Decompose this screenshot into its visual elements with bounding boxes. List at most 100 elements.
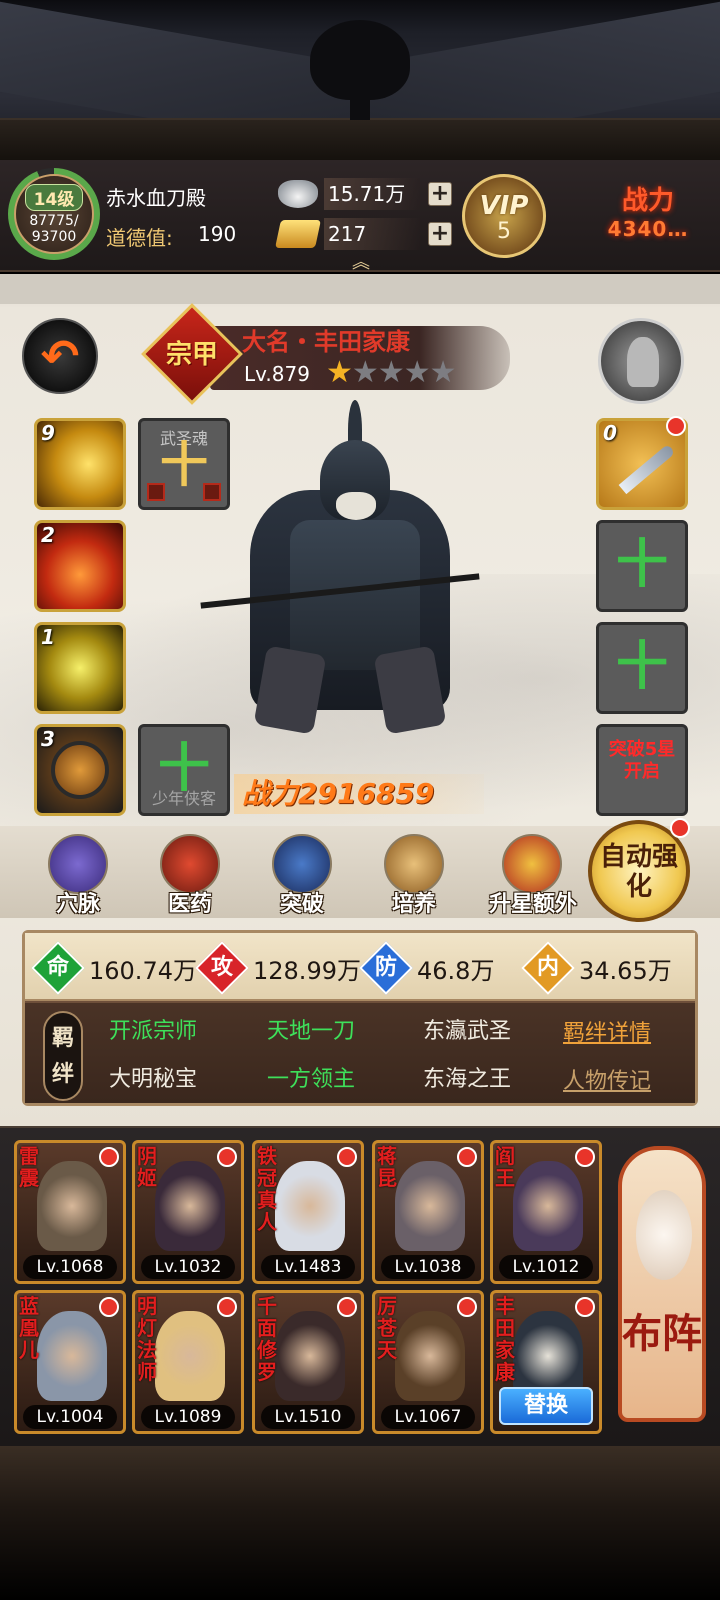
panel-top-stripe <box>0 274 720 304</box>
add-gold-button[interactable]: + <box>428 222 452 246</box>
hero-star-rating: ★★★★★ <box>326 355 457 390</box>
statue-button[interactable] <box>598 318 684 404</box>
skill-slot-1[interactable]: 9 <box>34 418 126 510</box>
function-label: 突破 <box>279 892 324 917</box>
youth-slot-caption: 少年侠客 <box>151 789 216 808</box>
hero-card[interactable]: 阎王 Lv.1012 <box>490 1140 602 1284</box>
hero-card-level: Lv.1038 <box>381 1255 475 1279</box>
meridian-button[interactable]: 穴脉 <box>30 830 126 922</box>
notification-dot <box>99 1147 119 1167</box>
hero-card-level: Lv.1032 <box>141 1255 235 1279</box>
moral-label: 道德值: <box>106 226 173 250</box>
roof-decoration <box>0 0 720 160</box>
hero-card-name: 蓝凰儿 <box>19 1294 39 1362</box>
stat-icon-text: 命 <box>46 955 69 980</box>
skill-count: 9 <box>41 421 55 445</box>
bond-item: 一方领主 <box>267 1067 356 1092</box>
silver-currency: 15.71万 + <box>278 178 458 212</box>
add-equip-icon: 十 <box>615 637 668 697</box>
hero-card-name: 铁冠真人 <box>257 1144 277 1234</box>
attribute-row: 命 160.74万 攻 128.99万 防 46.8万 内 34.65万 <box>25 933 695 1001</box>
hero-card-level: Lv.1089 <box>141 1405 235 1429</box>
hero-card[interactable]: 千面修罗 Lv.1510 <box>252 1290 364 1434</box>
chevron-up-icon[interactable]: ︽ <box>352 248 370 274</box>
silver-amount: 15.71万 <box>324 178 420 210</box>
hero-card-art <box>37 1161 107 1251</box>
formation-hero-art <box>636 1190 692 1280</box>
vip-badge[interactable]: VIP 5 <box>462 174 546 258</box>
add-silver-button[interactable]: + <box>428 182 452 206</box>
formation-button[interactable]: 布阵 <box>618 1146 706 1422</box>
exp-max: 93700 <box>31 228 77 245</box>
skill-slot-3[interactable]: 1 <box>34 622 126 714</box>
locked-slot[interactable]: 突破5星开启 <box>596 724 688 816</box>
replace-button[interactable]: 替换 <box>499 1387 593 1425</box>
hero-card-level: Lv.1510 <box>261 1405 355 1429</box>
star-empty-icon: ★ <box>403 355 431 390</box>
skill-count: 2 <box>41 523 55 547</box>
hero-card-level: Lv.1067 <box>381 1405 475 1429</box>
floor-decoration <box>0 1446 720 1600</box>
hero-card-art <box>275 1311 345 1401</box>
gold-amount: 217 <box>324 218 420 250</box>
bond-item: 开派宗师 <box>109 1019 198 1044</box>
medicine-button[interactable]: 医药 <box>142 830 238 922</box>
stat-value: 34.65万 <box>579 957 672 985</box>
hero-card[interactable]: 厉苍天 Lv.1067 <box>372 1290 484 1434</box>
level-ring-inner: 14级 87775/ 93700 <box>14 174 94 254</box>
medicine-icon <box>160 834 220 894</box>
stat-icon-text: 内 <box>536 955 559 980</box>
hero-card-name: 丰田家康 <box>495 1294 515 1384</box>
hero-card-art <box>155 1161 225 1251</box>
star-empty-icon: ★ <box>351 355 379 390</box>
current-hero-card[interactable]: 丰田家康 替换 <box>490 1290 602 1434</box>
hero-card-name: 厉苍天 <box>377 1294 397 1362</box>
vip-level: 5 <box>497 219 511 244</box>
meridian-icon <box>48 834 108 894</box>
hero-card-level: Lv.1004 <box>23 1405 117 1429</box>
stat-icon-text: 防 <box>374 955 397 980</box>
hero-card[interactable]: 阴姬 Lv.1032 <box>132 1140 244 1284</box>
hero-card-art <box>37 1311 107 1401</box>
silver-ingot-icon <box>278 180 318 208</box>
hero-name: 大名・丰田家康 <box>242 328 410 356</box>
moral-value: 190 <box>198 222 237 246</box>
bond-details-link[interactable]: 羁绊详情 <box>563 1015 651 1047</box>
equip-slot-3[interactable]: 十 <box>596 622 688 714</box>
notification-dot <box>670 818 690 838</box>
level-badge: 14级 <box>24 183 84 211</box>
hero-card[interactable]: 蒋昆 Lv.1038 <box>372 1140 484 1284</box>
skill-slot-4[interactable]: 3 <box>34 724 126 816</box>
skill-slot-2[interactable]: 2 <box>34 520 126 612</box>
hero-card-name: 雷震 <box>19 1144 39 1190</box>
exp-current: 87775/ <box>29 212 79 229</box>
bond-item: 东海之王 <box>423 1067 512 1092</box>
vip-label: VIP <box>479 191 529 221</box>
function-label: 穴脉 <box>55 892 100 917</box>
hero-portrait[interactable] <box>200 400 500 760</box>
roof-beam <box>0 118 720 160</box>
statue-icon <box>627 337 659 387</box>
back-arrow-icon: ↶ <box>40 329 80 383</box>
equip-slot-2[interactable]: 十 <box>596 520 688 612</box>
hero-card-name: 蒋昆 <box>377 1144 397 1190</box>
hero-card[interactable]: 明灯法师 Lv.1089 <box>132 1290 244 1434</box>
function-label: 升星额外 <box>488 892 577 917</box>
function-label: 培养 <box>391 892 436 917</box>
hero-card[interactable]: 蓝凰儿 Lv.1004 <box>14 1290 126 1434</box>
bonds-tag: 羁绊 <box>43 1011 83 1101</box>
hero-card[interactable]: 铁冠真人 Lv.1483 <box>252 1140 364 1284</box>
auto-enhance-label: 自动强化 <box>599 842 678 902</box>
breakthrough-button[interactable]: 突破 <box>254 830 350 922</box>
gold-bars-icon <box>275 220 321 248</box>
star-empty-icon: ★ <box>429 355 457 390</box>
scroll-icon <box>384 834 444 894</box>
biography-link[interactable]: 人物传记 <box>563 1063 651 1095</box>
hero-card[interactable]: 雷震 Lv.1068 <box>14 1140 126 1284</box>
star-up-extra-button[interactable]: 升星额外 <box>478 830 588 922</box>
locked-slot-text: 突破5星开启 <box>608 739 676 782</box>
cultivate-button[interactable]: 培养 <box>366 830 462 922</box>
back-button[interactable]: ↶ <box>22 318 98 394</box>
breakthrough-icon <box>272 834 332 894</box>
player-level-avatar[interactable]: 14级 87775/ 93700 <box>8 168 100 260</box>
